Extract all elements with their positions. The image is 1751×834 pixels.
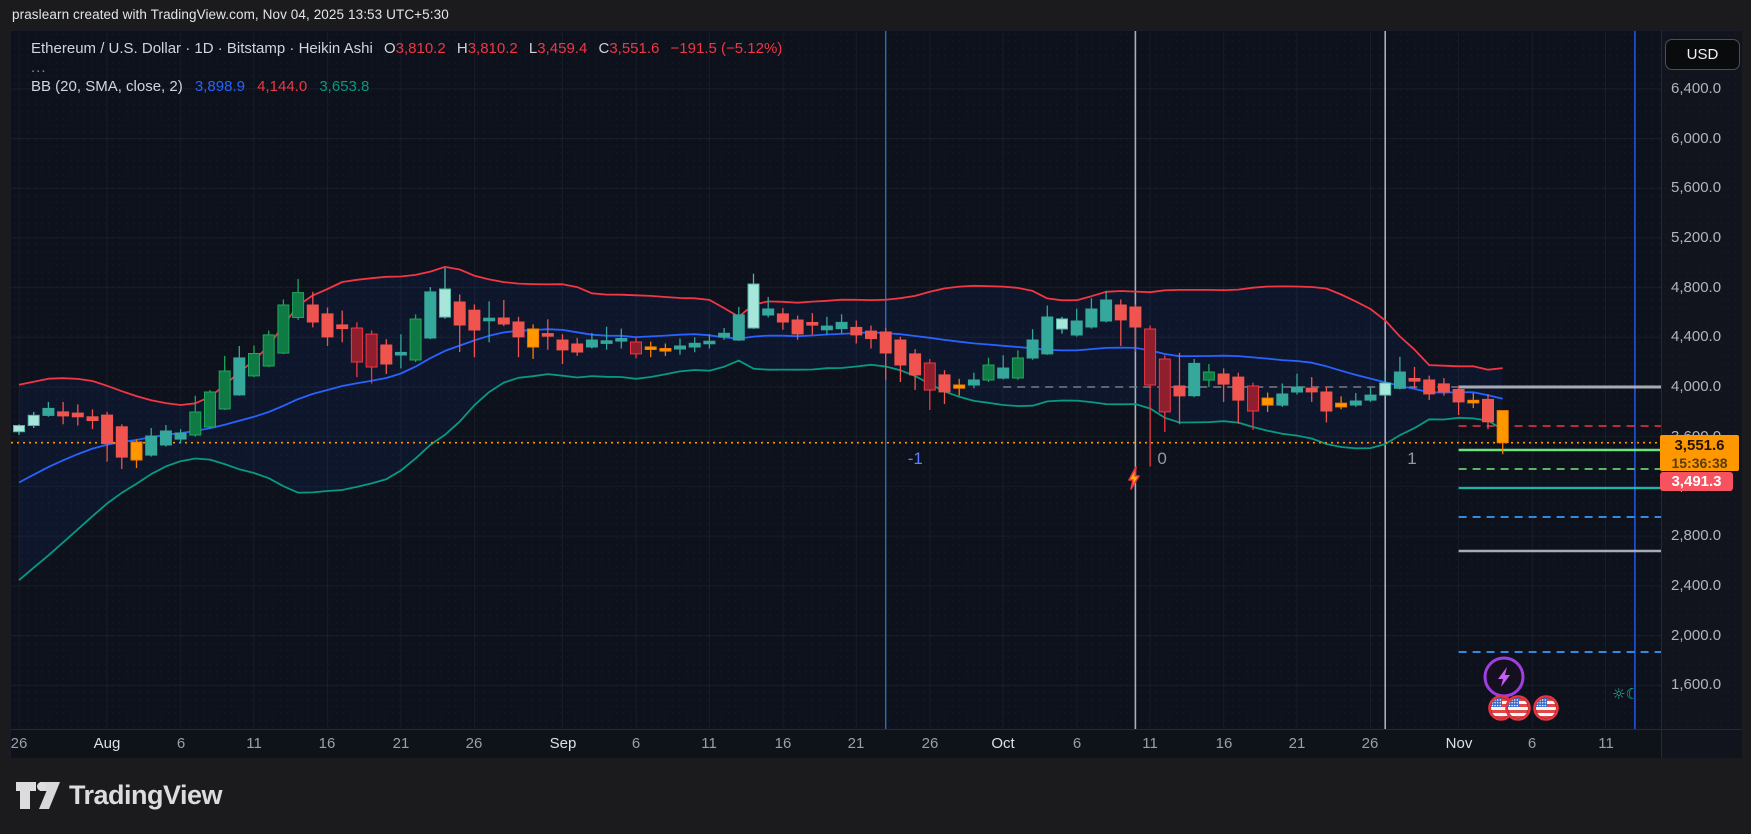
high-label: H <box>457 40 468 57</box>
time-axis-label: 11 <box>1598 735 1614 752</box>
tradingview-brand[interactable]: TradingView <box>16 780 222 811</box>
time-axis-label: 6 <box>177 735 185 752</box>
bb-upper-value: 4,144.0 <box>257 78 307 95</box>
alert-price-label: 3,491.3 <box>1660 472 1733 491</box>
price-axis-label: 2,000.0 <box>1662 627 1742 645</box>
currency-toggle-button[interactable]: USD <box>1665 39 1740 70</box>
bb-lower-value: 3,653.8 <box>319 78 369 95</box>
axis-corner <box>1661 729 1742 759</box>
time-axis-label: 21 <box>848 735 865 752</box>
price-axis-label: 1,600.0 <box>1662 676 1742 694</box>
price-axis-label: 5,600.0 <box>1662 179 1742 197</box>
time-axis-label: 11 <box>701 735 717 752</box>
time-axis-label: 11 <box>1142 735 1158 752</box>
time-axis-label: 6 <box>632 735 640 752</box>
low-value: 3,459.4 <box>537 40 587 57</box>
open-value: 3,810.2 <box>396 40 446 57</box>
high-value: 3,810.2 <box>468 40 518 57</box>
top-attribution-bar: praslearn created with TradingView.com, … <box>0 0 1751 30</box>
price-axis-label: 6,400.0 <box>1662 80 1742 98</box>
time-axis-label: 6 <box>1073 735 1081 752</box>
indicator-collapsed-row[interactable]: ... <box>31 59 47 76</box>
svg-text:0: 0 <box>1157 449 1166 468</box>
price-axis-label: 5,200.0 <box>1662 229 1742 247</box>
price-chart-canvas[interactable]: -1 0 1 ☼☾ <box>11 31 1661 729</box>
current-price-label: 3,551.6 15:36:38 <box>1660 435 1739 471</box>
bb-basis-value: 3,898.9 <box>195 78 245 95</box>
svg-text:-1: -1 <box>908 449 923 468</box>
time-axis-label: 26 <box>922 735 939 752</box>
bb-label[interactable]: BB (20, SMA, close, 2) <box>31 78 183 95</box>
open-label: O <box>384 40 396 57</box>
low-label: L <box>529 40 537 57</box>
tradingview-logo-icon <box>16 782 60 809</box>
time-axis-label: 26 <box>466 735 483 752</box>
time-axis-label: 11 <box>246 735 262 752</box>
attribution-text: praslearn created with TradingView.com, … <box>12 7 449 22</box>
time-axis-label: Sep <box>550 735 577 752</box>
time-axis-label: Aug <box>94 735 121 752</box>
price-axis-label: 2,400.0 <box>1662 577 1742 595</box>
bar-countdown-timer: 15:36:38 <box>1660 455 1739 471</box>
change-value: −191.5 (−5.12%) <box>671 40 783 57</box>
time-axis-label: 21 <box>1289 735 1306 752</box>
price-axis-label: 6,000.0 <box>1662 130 1742 148</box>
bottom-toolbar: TradingView <box>0 758 1751 834</box>
svg-text:1: 1 <box>1407 449 1416 468</box>
price-axis-label: 4,000.0 <box>1662 378 1742 396</box>
time-axis-label: 16 <box>319 735 336 752</box>
time-axis-label: 6 <box>1528 735 1536 752</box>
price-axis-label: 2,800.0 <box>1662 527 1742 545</box>
price-axis-label: 4,800.0 <box>1662 279 1742 297</box>
current-price-value: 3,551.6 <box>1660 435 1739 455</box>
chart-panel: -1 0 1 ☼☾ Ethereum / U.S. Dollar · 1D · Bit… <box>10 30 1741 758</box>
time-axis-label: Nov <box>1446 735 1473 752</box>
time-axis-label: Oct <box>991 735 1014 752</box>
close-value: 3,551.6 <box>609 40 659 57</box>
bb-indicator-row[interactable]: BB (20, SMA, close, 2) 3,898.9 4,144.0 3… <box>31 78 369 95</box>
time-axis-label: 26 <box>1362 735 1379 752</box>
symbol-legend-row[interactable]: Ethereum / U.S. Dollar · 1D · Bitstamp ·… <box>31 40 782 57</box>
time-axis-label: 21 <box>393 735 410 752</box>
svg-text:☼☾: ☼☾ <box>1612 685 1639 703</box>
time-axis-label: 16 <box>775 735 792 752</box>
symbol-title[interactable]: Ethereum / U.S. Dollar · 1D · Bitstamp ·… <box>31 40 373 57</box>
price-axis[interactable]: USD 6,400.0 6,000.0 5,600.0 5,200.0 4,800.0 4… <box>1661 31 1742 729</box>
close-label: C <box>598 40 609 57</box>
time-axis[interactable]: 26 Aug 6 11 16 21 26 Sep 6 11 16 21 26 Oct 6 11 16 21 26 No… <box>11 729 1661 759</box>
time-axis-label: 26 <box>11 735 27 752</box>
time-axis-label: 16 <box>1216 735 1233 752</box>
brand-name: TradingView <box>69 780 222 811</box>
price-axis-label: 4,400.0 <box>1662 328 1742 346</box>
chart-plot-area[interactable]: -1 0 1 ☼☾ Ethereum / U.S. Dollar · 1D · Bit… <box>11 31 1661 729</box>
